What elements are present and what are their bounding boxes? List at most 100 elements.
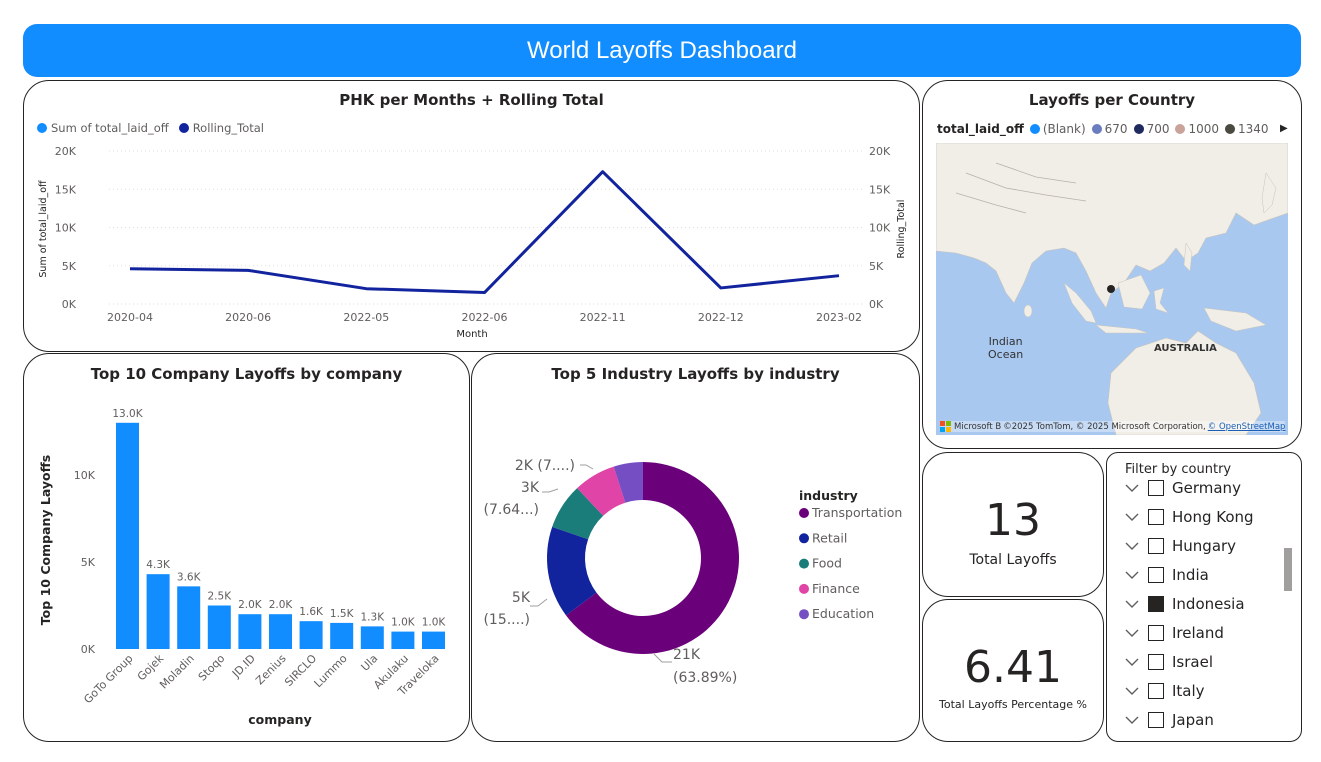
bar-0: [116, 422, 139, 649]
bar-1: [146, 574, 170, 649]
slicer-item[interactable]: Germany: [1123, 477, 1241, 499]
slicer-item[interactable]: Italy: [1123, 680, 1205, 702]
map-legend-item-670[interactable]: 670: [1091, 122, 1128, 136]
country-slicer[interactable]: Filter by country Germany Hong Kong Hungar…: [1106, 452, 1302, 742]
line-y-tick: 10K: [55, 222, 77, 235]
bar-data-label: 2.0K: [269, 599, 294, 611]
chevron-down-icon[interactable]: [1123, 479, 1141, 497]
slicer-item[interactable]: Hong Kong: [1123, 506, 1254, 528]
slicer-scrollbar[interactable]: [1284, 548, 1292, 591]
bar-chart-plot[interactable]: 10K5K0K13.0KGoTo Group4.3KGojek3.6KMolad…: [24, 354, 470, 742]
bar-9: [391, 631, 415, 649]
donut-data-label: (63.89%): [673, 670, 737, 686]
bar-category-label: Stoqo: [196, 652, 228, 684]
map-legend-item-blank[interactable]: (Blank): [1029, 122, 1086, 136]
map-legend-title: total_laid_off: [937, 122, 1024, 136]
line-y2-tick: 0K: [869, 298, 884, 311]
map-legend-item-700[interactable]: 700: [1133, 122, 1170, 136]
bar-data-label: 1.5K: [330, 608, 355, 620]
slicer-item-label: Israel: [1172, 653, 1213, 671]
map-legend-label-670: 670: [1104, 122, 1128, 136]
kpi-percent-card[interactable]: 6.41 Total Layoffs Percentage %: [922, 599, 1104, 742]
slicer-item-label: Hong Kong: [1172, 508, 1254, 526]
bar-category-label: GoTo Group: [81, 652, 135, 706]
donut-data-label: 2K (7....): [515, 458, 575, 474]
map-attribution-text: ©2025 TomTom, © 2025 Microsoft Corporati…: [1003, 421, 1206, 432]
bar-8: [360, 626, 384, 649]
bar-chart-card[interactable]: Top 10 Company Layoffs by company 10K 5K 0…: [23, 353, 470, 742]
slicer-item-label: Italy: [1172, 682, 1205, 700]
bar-data-label: 4.3K: [146, 559, 171, 571]
slicer-checkbox[interactable]: [1148, 654, 1164, 670]
chevron-down-icon[interactable]: [1123, 653, 1141, 671]
chevron-down-icon[interactable]: [1123, 711, 1141, 729]
slicer-checkbox[interactable]: [1148, 538, 1164, 554]
map-shapes: [936, 143, 1288, 435]
slicer-item[interactable]: India: [1123, 564, 1209, 586]
map-legend-dot-blank: [1029, 124, 1040, 134]
slicer-checkbox[interactable]: [1148, 596, 1164, 612]
map-legend-label-700: 700: [1146, 122, 1170, 136]
chevron-down-icon[interactable]: [1123, 595, 1141, 613]
line-chart-plot[interactable]: 20K 20K 15K 15K 10K 10K 5K 5K 0K 0K 2020-04 2020-06…: [24, 81, 920, 352]
slicer-checkbox[interactable]: [1148, 509, 1164, 525]
bar-category-label: Moladin: [157, 652, 197, 692]
donut-leader-finance: [580, 464, 594, 470]
slicer-checkbox[interactable]: [1148, 567, 1164, 583]
slicer-item[interactable]: Japan: [1123, 709, 1214, 731]
map-legend-next-icon[interactable]: ▶: [1280, 123, 1288, 134]
slicer-item[interactable]: Hungary: [1123, 535, 1236, 557]
slicer-checkbox[interactable]: [1148, 683, 1164, 699]
chevron-down-icon[interactable]: [1123, 566, 1141, 584]
map-land-sumatra: [1063, 282, 1097, 324]
chevron-down-icon[interactable]: [1123, 537, 1141, 555]
map-label-ocean-line1: Indian: [988, 335, 1023, 348]
bar-5: [269, 614, 292, 649]
kpi-total-layoffs-card[interactable]: 13 Total Layoffs: [922, 452, 1104, 597]
slicer-item-label: Hungary: [1172, 537, 1237, 555]
map-title: Layoffs per Country: [1028, 91, 1196, 109]
map-card[interactable]: Layoffs per Country total_laid_off (Blan…: [922, 80, 1302, 449]
kpi-total-layoffs-value: 13: [985, 495, 1041, 546]
slicer-item-label: Germany: [1172, 479, 1241, 497]
map-land-sulawesi: [1153, 287, 1169, 314]
donut-legend-title: industry: [799, 488, 858, 503]
line-x-tick: 2022-05: [343, 311, 389, 324]
line-chart-card[interactable]: PHK per Months + Rolling Total Sum of to…: [23, 80, 920, 352]
slicer-list[interactable]: Germany Hong Kong Hungary India Indonesia Ire…: [1123, 477, 1283, 741]
map-legend-item-1340[interactable]: 1340: [1225, 122, 1269, 136]
chevron-down-icon[interactable]: [1123, 624, 1141, 642]
slicer-item[interactable]: Ireland: [1123, 622, 1224, 644]
slicer-item-label: Indonesia: [1172, 595, 1245, 613]
slicer-title: Filter by country: [1125, 462, 1232, 477]
line-x-tick: 2022-06: [462, 311, 508, 324]
chevron-down-icon[interactable]: [1123, 682, 1141, 700]
slicer-checkbox[interactable]: [1148, 480, 1164, 496]
slicer-item[interactable]: Israel: [1123, 651, 1213, 673]
donut-legend-dot-food: [799, 558, 809, 569]
line-x-tick: 2022-12: [698, 311, 744, 324]
slicer-checkbox[interactable]: [1148, 712, 1164, 728]
bar-data-label: 1.0K: [391, 617, 416, 629]
map-label-indian-ocean: Indian Ocean: [988, 335, 1023, 361]
slicer-item[interactable]: Indonesia: [1123, 593, 1245, 615]
donut-legend-label: Education: [812, 606, 874, 621]
donut-chart-plot[interactable]: 21K (63.89%) 5K (15....) 3K (7.64...) 2K (7...…: [472, 354, 920, 742]
map-legend-item-1000[interactable]: 1000: [1175, 122, 1219, 136]
bar-category-label: Ula: [359, 652, 381, 674]
map-attribution-brand: Microsoft B: [954, 421, 1002, 432]
line-x-tick: 2022-11: [580, 311, 626, 324]
map-attribution-link[interactable]: © OpenStreetMap: [1208, 422, 1286, 432]
bar-y-axis-label: Top 10 Company Layoffs: [38, 455, 53, 625]
map-legend-dot-670: [1091, 124, 1102, 134]
donut-legend-label: Retail: [812, 530, 847, 545]
map-legend: total_laid_off (Blank) 670 700 1000 1340: [937, 122, 1269, 136]
slicer-checkbox[interactable]: [1148, 625, 1164, 641]
map-land-newguinea: [1203, 307, 1267, 332]
line-y2-tick: 20K: [869, 145, 891, 158]
donut-chart-card[interactable]: Top 5 Industry Layoffs by industry 21K (6…: [471, 353, 920, 742]
chevron-down-icon[interactable]: [1123, 508, 1141, 526]
bar-10: [422, 631, 445, 649]
map-canvas[interactable]: Indian Ocean AUSTRALIA Microsoft B ©2025…: [936, 143, 1288, 435]
donut-legend-dot-transportation: [799, 508, 809, 518]
